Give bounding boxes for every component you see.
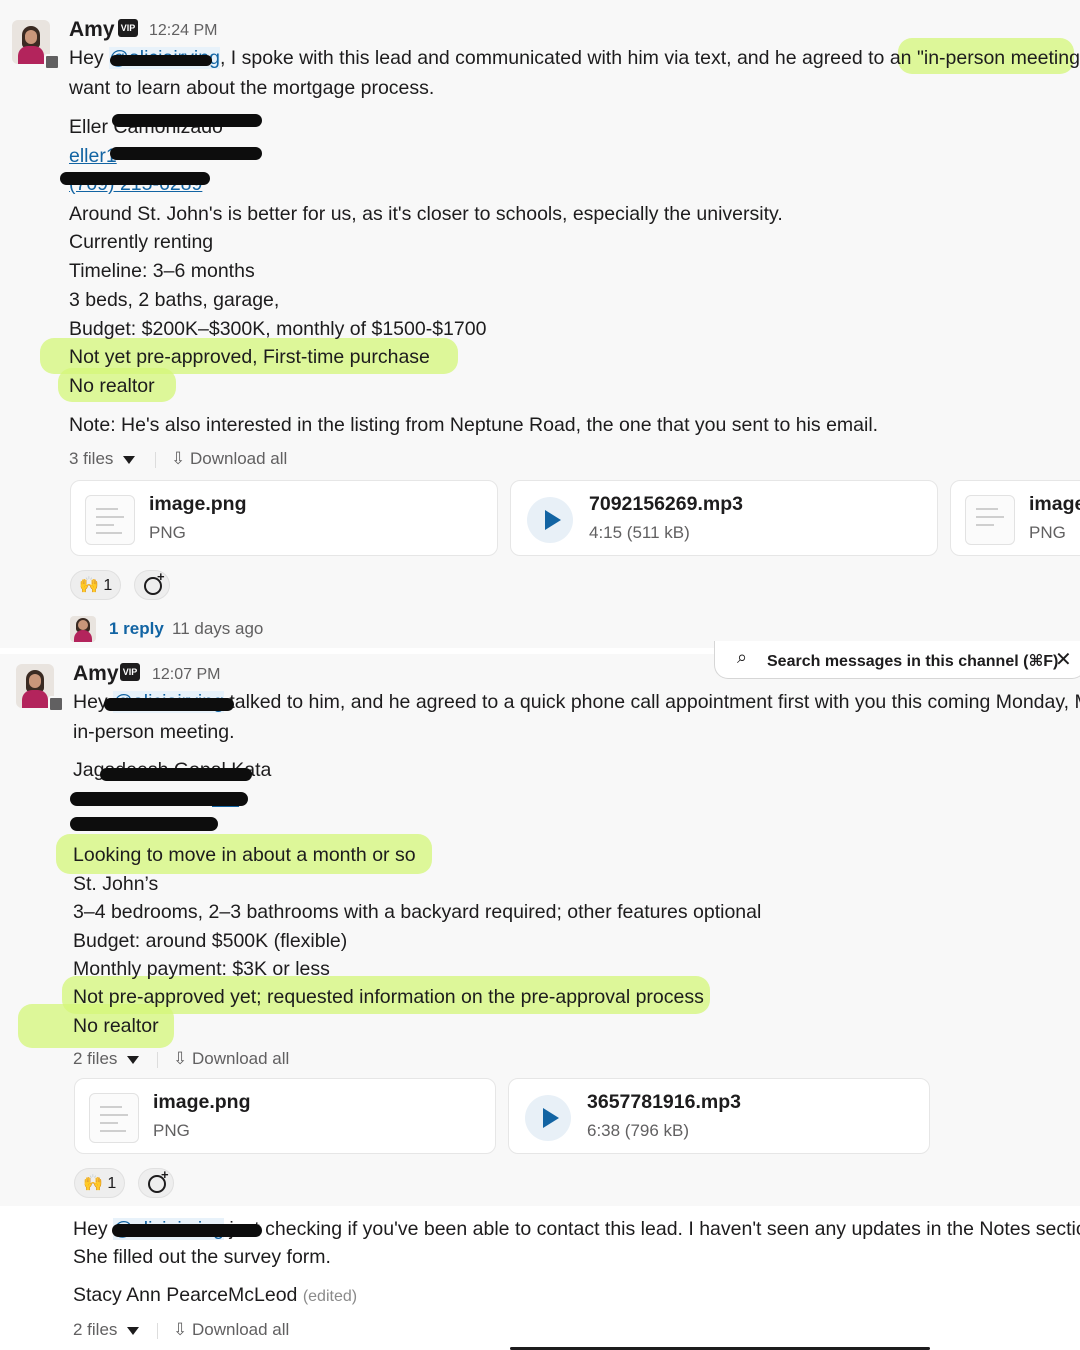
audio-file-card[interactable]: 7092156269.mp3 4:15 (511 kB) [510, 480, 938, 556]
detail-line: Budget: around $500K (flexible) [73, 930, 348, 952]
redaction-mark [70, 792, 248, 806]
files-count-toggle[interactable]: 3 files [69, 449, 136, 469]
play-icon[interactable] [527, 497, 573, 543]
edited-label: (edited) [302, 1288, 358, 1305]
file-type: PNG [153, 1121, 190, 1140]
presence-indicator [44, 54, 60, 70]
file-card[interactable]: image.png PNG [74, 1078, 496, 1154]
message-2: Amy VIP 12:07 PM Hey @aliciairving talke… [0, 654, 1080, 1204]
download-all-button[interactable]: ⇩ Download all [173, 1049, 289, 1069]
detail-line: Not pre-approved yet; requested informat… [73, 986, 704, 1008]
redaction-mark [110, 147, 262, 160]
play-icon[interactable] [525, 1095, 571, 1141]
redaction-mark [112, 114, 262, 127]
detail-line: Looking to move in about a month or so [73, 844, 416, 866]
note-line: Note: He's also interested in the listin… [69, 414, 879, 436]
divider [157, 1323, 158, 1339]
files-count-toggle[interactable]: 2 files [73, 1320, 140, 1340]
file-card[interactable]: image PNG [950, 480, 1080, 556]
detail-line: Around St. John's is better for us, as i… [69, 203, 783, 225]
vip-badge: VIP [118, 19, 138, 37]
file-name: 3657781916.mp3 [587, 1091, 741, 1113]
detail-line: 3 beds, 2 baths, garage, [69, 289, 280, 311]
add-reaction-icon[interactable] [138, 1167, 174, 1198]
redaction-mark [70, 817, 218, 831]
presence-indicator [48, 696, 64, 712]
image-thumbnail-icon [85, 495, 135, 545]
reaction-count: 1 [103, 577, 113, 594]
vip-badge: VIP [120, 663, 140, 681]
file-name: image [1029, 493, 1080, 515]
detail-line: Monthly payment: $3K or less [73, 958, 330, 980]
timestamp[interactable]: 12:24 PM [149, 22, 217, 40]
add-reaction-icon[interactable] [134, 569, 170, 600]
close-icon[interactable]: ✕ [1055, 647, 1072, 672]
redaction-mark [104, 698, 234, 711]
files-count-toggle[interactable]: 2 files [73, 1049, 140, 1069]
detail-line: Budget: $200K–$300K, monthly of $1500-$1… [69, 318, 487, 340]
message-line: in-person meeting. [73, 721, 235, 743]
raised-hands-icon: 🙌 [79, 577, 99, 594]
timestamp[interactable]: 12:07 PM [152, 666, 220, 684]
detail-line: Timeline: 3–6 months [69, 260, 255, 282]
audio-file-card[interactable]: 3657781916.mp3 6:38 (796 kB) [508, 1078, 930, 1154]
reply-count-link[interactable]: 1 reply [109, 619, 164, 639]
message-line: want to learn about the mortgage process… [69, 77, 435, 99]
message-1: Amy VIP 12:24 PM Hey @aliciairving, I sp… [0, 0, 1080, 650]
file-duration-size: 4:15 (511 kB) [589, 523, 690, 542]
redaction-mark [100, 768, 252, 781]
image-thumbnail-icon [89, 1093, 139, 1143]
redaction-mark [60, 172, 210, 185]
download-all-button[interactable]: ⇩ Download all [171, 449, 287, 469]
download-icon: ⇩ [173, 1049, 188, 1068]
contact-name: Stacy Ann PearceMcLeod (edited) [73, 1284, 358, 1306]
detail-line: 3–4 bedrooms, 2–3 bathrooms with a backy… [73, 901, 762, 923]
message-line: Hey @aliciairving, I spoke with this lea… [69, 47, 1080, 69]
download-icon: ⇩ [171, 449, 186, 468]
detail-line: Currently renting [69, 231, 214, 253]
file-duration-size: 6:38 (796 kB) [587, 1121, 690, 1140]
detail-line: No realtor [73, 1015, 159, 1037]
redaction-mark [110, 55, 212, 66]
search-label: Search messages in this channel (⌘F) [767, 653, 1059, 670]
reaction-pill[interactable]: 🙌 1 [70, 570, 122, 600]
raised-hands-icon: 🙌 [83, 1175, 103, 1192]
file-card[interactable]: image.png PNG [70, 480, 498, 556]
reaction-pill[interactable]: 🙌 1 [74, 1168, 126, 1198]
sender-name[interactable]: Amy [69, 18, 115, 42]
detail-line: Not yet pre-approved, First-time purchas… [69, 346, 430, 368]
download-icon: ⇩ [173, 1320, 188, 1339]
reply-time: 11 days ago [172, 619, 264, 638]
file-name: image.png [153, 1091, 251, 1113]
divider [157, 1052, 158, 1068]
download-all-button[interactable]: ⇩ Download all [173, 1320, 289, 1340]
chevron-down-icon [123, 455, 136, 464]
file-name: image.png [149, 493, 247, 515]
redaction-mark [112, 1224, 262, 1237]
divider [155, 452, 156, 468]
reaction-count: 1 [107, 1175, 117, 1192]
detail-line: St. John’s [73, 873, 159, 895]
message-line: She filled out the survey form. [73, 1246, 331, 1268]
file-type: PNG [149, 523, 186, 542]
chevron-down-icon [127, 1326, 140, 1335]
channel-search-bar[interactable]: ⌕ Search messages in this channel (⌘F) ✕ [714, 641, 1080, 679]
chevron-down-icon [127, 1055, 140, 1064]
sender-name[interactable]: Amy [73, 662, 119, 686]
detail-line: No realtor [69, 375, 155, 397]
image-thumbnail-icon [965, 495, 1015, 545]
reply-avatar [70, 616, 96, 642]
file-name: 7092156269.mp3 [589, 493, 743, 515]
message-3: Hey @aliciairving just checking if you'v… [0, 1206, 1080, 1350]
search-icon: ⌕ [737, 647, 748, 667]
file-type: PNG [1029, 523, 1066, 542]
